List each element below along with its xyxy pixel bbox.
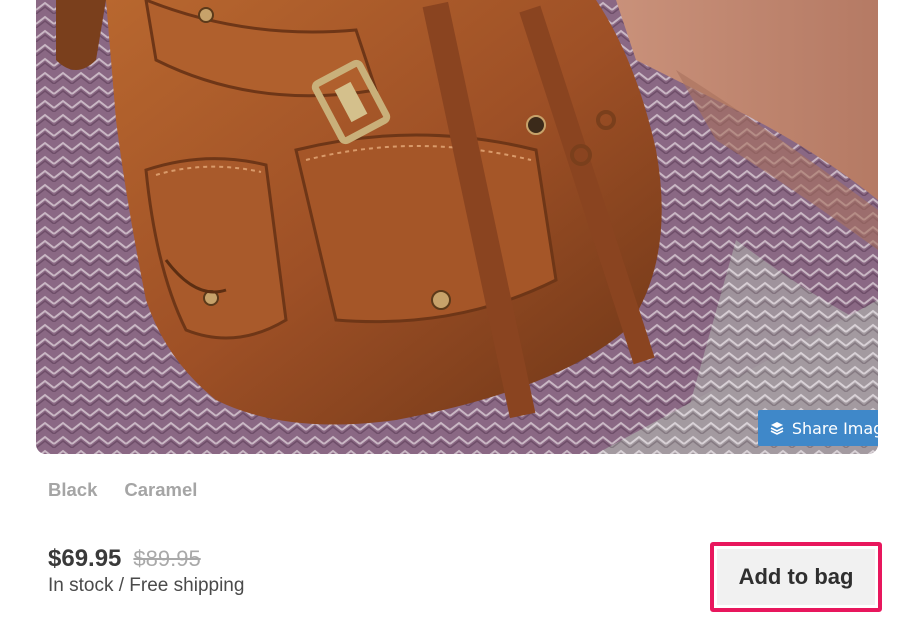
stock-status: In stock / Free shipping: [48, 575, 245, 596]
share-image-label: Share Image: [791, 418, 878, 438]
product-image: Share Image: [36, 0, 878, 454]
layers-icon: [770, 421, 784, 435]
add-to-bag-highlight: Add to bag: [710, 542, 882, 612]
add-to-bag-button[interactable]: Add to bag: [717, 549, 875, 605]
price-block: $69.95 $89.95 In stock / Free shipping: [48, 545, 244, 597]
color-variants: Black Caramel: [48, 479, 197, 501]
current-price: $69.95: [48, 545, 122, 572]
variant-caramel[interactable]: Caramel: [124, 479, 197, 501]
backpack-photo: [36, 0, 878, 454]
variant-black[interactable]: Black: [48, 479, 97, 501]
share-image-button[interactable]: Share Image: [758, 410, 878, 446]
price-line: $69.95 $89.95: [48, 545, 244, 573]
original-price: $89.95: [133, 546, 201, 571]
